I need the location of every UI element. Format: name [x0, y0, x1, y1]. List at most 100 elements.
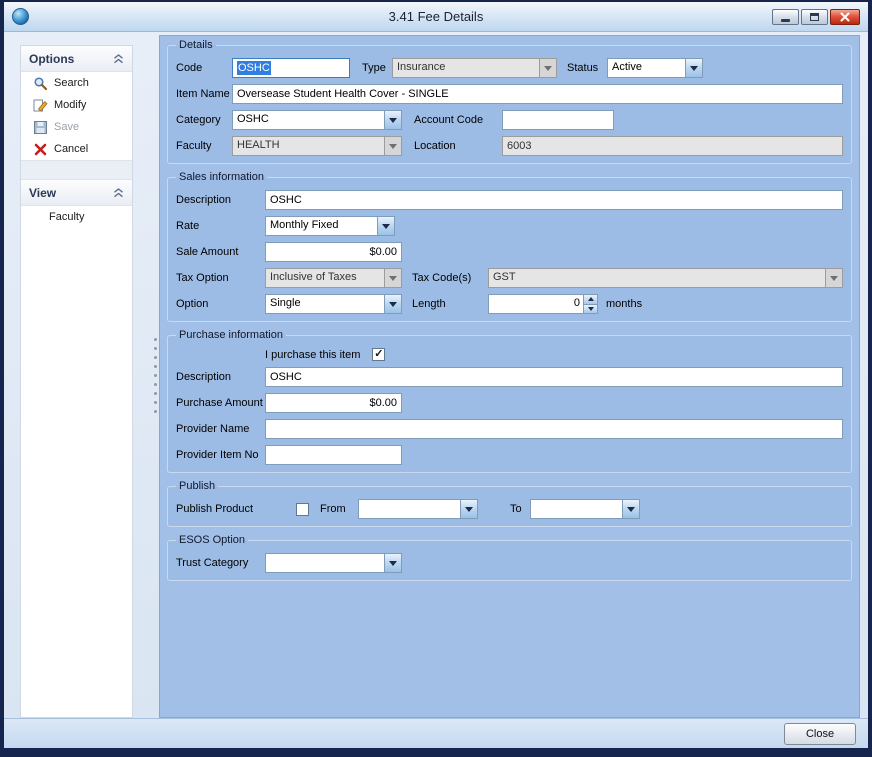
spinner-buttons[interactable] [583, 295, 597, 313]
sales-group: Sales information Description OSHC Rate … [167, 171, 852, 322]
purchase-legend: Purchase information [176, 329, 286, 341]
option-label: Option [176, 298, 265, 310]
window-title: 3.41 Fee Details [4, 9, 868, 24]
minimize-button[interactable] [772, 9, 799, 25]
sales-row-tax: Tax Option Inclusive of Taxes Tax Code(s… [176, 268, 843, 288]
account-code-label: Account Code [414, 114, 502, 126]
purchase-row-description: Description OSHC [176, 367, 843, 387]
from-label: From [320, 503, 358, 515]
purchase-amount-input[interactable]: $0.00 [265, 393, 402, 413]
category-select[interactable]: OSHC [232, 110, 402, 130]
purchase-group: Purchase information I purchase this ite… [167, 329, 852, 473]
tax-option-label: Tax Option [176, 272, 265, 284]
chevron-down-icon [377, 217, 394, 235]
sidebar-area: Options Search [4, 32, 151, 718]
location-label: Location [414, 140, 502, 152]
chevron-down-icon [825, 269, 842, 287]
sidebar-group-gap [21, 160, 132, 180]
splitter-dot [154, 365, 157, 368]
splitter-dot [154, 356, 157, 359]
sale-amount-input[interactable]: $0.00 [265, 242, 402, 262]
purchase-item-checkbox[interactable] [372, 348, 385, 361]
purchase-description-input[interactable]: OSHC [265, 367, 843, 387]
purchase-description-label: Description [176, 371, 265, 383]
provider-item-input[interactable] [265, 445, 402, 465]
sidebar-item-modify[interactable]: Modify [21, 94, 132, 116]
sales-row-option: Option Single Length 0 months [176, 294, 843, 314]
cancel-icon [33, 142, 48, 157]
sidebar-item-faculty[interactable]: Faculty [21, 206, 132, 228]
to-label: To [510, 503, 530, 515]
spinner-down-icon[interactable] [584, 305, 597, 314]
details-row-item-name: Item Name Oversease Student Health Cover… [176, 84, 843, 104]
window-content: Options Search [4, 32, 868, 718]
options-group-title: Options [29, 52, 74, 66]
rate-label: Rate [176, 220, 265, 232]
tax-codes-label: Tax Code(s) [412, 272, 488, 284]
code-label: Code [176, 62, 232, 74]
view-group-title: View [29, 186, 56, 200]
publish-group: Publish Publish Product From To [167, 480, 852, 527]
details-row-faculty: Faculty HEALTH Location 6003 [176, 136, 843, 156]
chevron-down-icon [622, 500, 639, 518]
chevron-down-icon [539, 59, 556, 77]
splitter-dot [154, 338, 157, 341]
length-label: Length [412, 298, 488, 310]
sidebar-item-label: Search [54, 77, 89, 89]
category-label: Category [176, 114, 232, 126]
splitter-handle[interactable] [151, 32, 159, 718]
publish-from-select[interactable] [358, 499, 478, 519]
footer-bar: Close [4, 718, 868, 748]
sidebar-item-cancel[interactable]: Cancel [21, 138, 132, 160]
provider-name-input[interactable] [265, 419, 843, 439]
close-window-button[interactable] [830, 9, 860, 25]
trust-category-select[interactable] [265, 553, 402, 573]
esos-group: ESOS Option Trust Category [167, 534, 852, 581]
splitter-dot [154, 392, 157, 395]
tax-option-select: Inclusive of Taxes [265, 268, 402, 288]
maximize-button[interactable] [801, 9, 828, 25]
rate-select[interactable]: Monthly Fixed [265, 216, 395, 236]
purchase-row-checkbox: I purchase this item [176, 348, 843, 361]
account-code-input[interactable] [502, 110, 614, 130]
publish-product-label: Publish Product [176, 503, 296, 515]
close-icon [840, 12, 850, 22]
type-select: Insurance [392, 58, 557, 78]
publish-product-checkbox[interactable] [296, 503, 309, 516]
view-group-header[interactable]: View [21, 180, 132, 206]
sidebar-item-label: Modify [54, 99, 86, 111]
sidebar-item-label: Faculty [49, 211, 84, 223]
sales-description-input[interactable]: OSHC [265, 190, 843, 210]
provider-item-label: Provider Item No [176, 449, 265, 461]
code-selected-text: OSHC [237, 61, 271, 75]
purchase-row-provider-item: Provider Item No [176, 445, 843, 465]
details-row-category: Category OSHC Account Code [176, 110, 843, 130]
spinner-up-icon[interactable] [584, 295, 597, 305]
length-spinner[interactable]: 0 [488, 294, 598, 314]
item-name-input[interactable]: Oversease Student Health Cover - SINGLE [232, 84, 843, 104]
splitter-dot [154, 347, 157, 350]
search-icon [33, 76, 48, 91]
title-bar[interactable]: 3.41 Fee Details [4, 2, 868, 32]
trust-category-label: Trust Category [176, 557, 265, 569]
sidebar-fill [21, 228, 132, 717]
code-input[interactable]: OSHC [232, 58, 350, 78]
options-group-header[interactable]: Options [21, 46, 132, 72]
splitter-dot [154, 401, 157, 404]
status-select[interactable]: Active [607, 58, 703, 78]
publish-to-select[interactable] [530, 499, 640, 519]
option-select[interactable]: Single [265, 294, 402, 314]
chevron-down-icon [384, 111, 401, 129]
sidebar-item-search[interactable]: Search [21, 72, 132, 94]
sidebar-item-label: Cancel [54, 143, 88, 155]
close-button[interactable]: Close [784, 723, 856, 745]
sales-row-sale-amount: Sale Amount $0.00 [176, 242, 843, 262]
window-controls [772, 9, 860, 25]
publish-row: Publish Product From To [176, 499, 843, 519]
purchase-row-amount: Purchase Amount $0.00 [176, 393, 843, 413]
sale-amount-label: Sale Amount [176, 246, 265, 258]
collapse-chevron-icon [113, 188, 124, 198]
faculty-select: HEALTH [232, 136, 402, 156]
months-label: months [606, 298, 642, 310]
chevron-down-icon [384, 554, 401, 572]
